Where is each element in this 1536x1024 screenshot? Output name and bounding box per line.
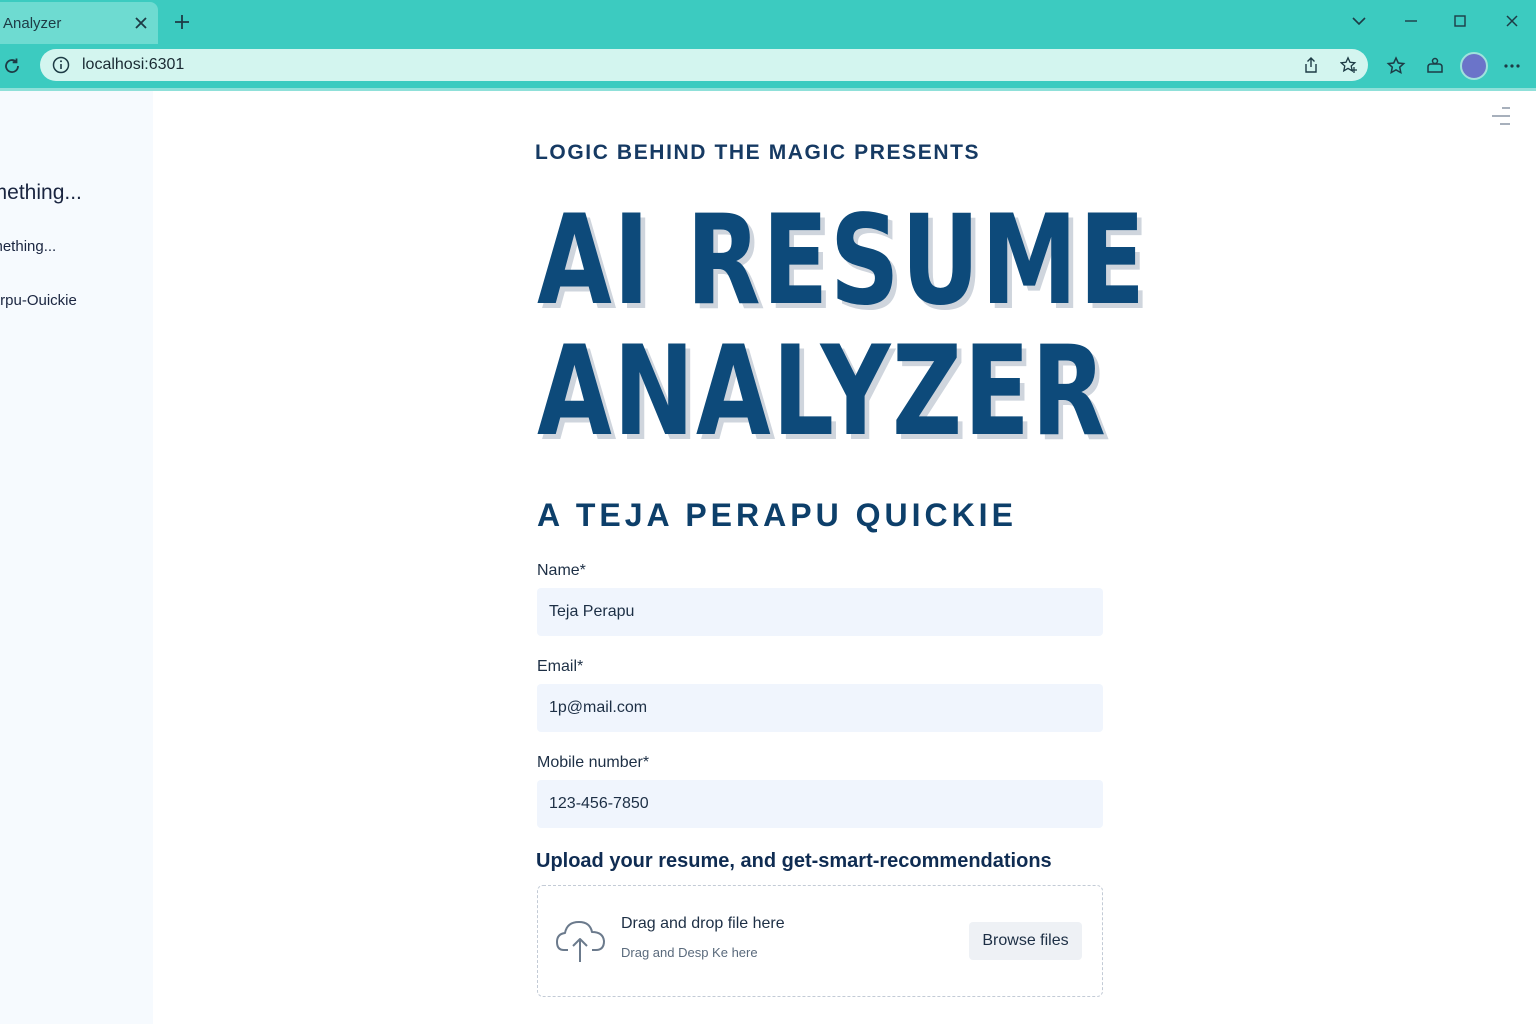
add-favorite-icon[interactable] [1340,56,1358,74]
address-bar[interactable]: localhosi:6301 [40,49,1368,81]
tab-search-chevron-icon[interactable] [1349,11,1369,31]
close-window-icon[interactable] [1502,11,1522,31]
main-menu-icon[interactable] [1488,105,1512,127]
favorites-icon[interactable] [1386,56,1406,76]
hero-title-line2: ANALYZER [537,320,1108,464]
email-input[interactable] [537,684,1103,732]
url-text[interactable]: localhosi:6301 [82,56,184,74]
subtitle: A TEJA PERAPU QUICKIE [537,497,1017,533]
site-info-icon[interactable] [52,56,70,74]
sidebar-item[interactable]: trpu-Ouickie [0,292,77,309]
close-tab-icon[interactable] [132,14,150,32]
profile-avatar[interactable] [1460,52,1488,80]
more-options-icon[interactable] [1502,56,1522,76]
name-input[interactable] [537,588,1103,636]
file-dropzone[interactable]: Drag and drop file here Drag and Desp Ke… [537,885,1103,997]
browser-titlebar: Analyzer [0,0,1536,44]
browser-tab[interactable]: Analyzer [0,2,158,44]
upload-cloud-icon [556,921,605,962]
sidebar: omething... omething... trpu-Ouickie [0,91,153,1024]
name-label: Name* [537,562,586,579]
reload-icon[interactable] [2,56,22,76]
minimize-icon[interactable] [1401,11,1421,31]
browse-files-button[interactable]: Browse files [969,922,1082,960]
new-tab-icon[interactable] [172,12,192,32]
upload-title: Upload your resume, and get-smart-recomm… [536,850,1052,872]
hero-title-line1: AI RESUME [537,189,1147,333]
email-label: Email* [537,658,584,675]
share-icon[interactable] [1302,56,1320,74]
tab-title: Analyzer [3,15,62,32]
eyebrow-text: LOGIC BEHIND THE MAGIC PRESENTS [535,141,981,164]
collections-icon[interactable] [1425,56,1445,76]
dropzone-subtitle: Drag and Desp Ke here [621,945,758,960]
hero-title: AI RESUME ANALYZER [537,189,1147,464]
mobile-label: Mobile number* [537,754,650,771]
mobile-input[interactable] [537,780,1103,828]
sidebar-item[interactable]: omething... [0,238,56,255]
maximize-icon[interactable] [1450,11,1470,31]
browser-toolbar: localhosi:6301 [0,44,1536,91]
dropzone-title: Drag and drop file here [621,915,785,932]
sidebar-heading: omething... [0,181,82,204]
